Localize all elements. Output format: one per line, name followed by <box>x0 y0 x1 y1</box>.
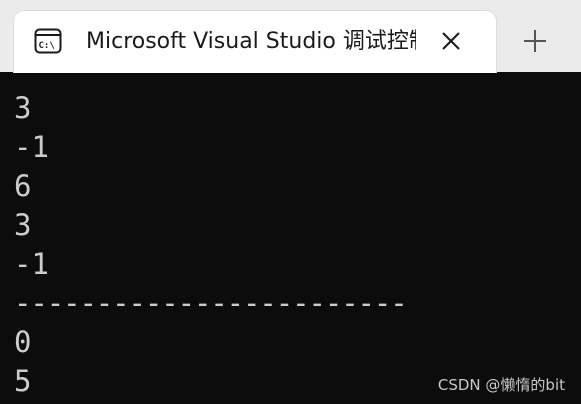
console-output[interactable]: 3 -1 6 3 -1 ------------------------ 0 5 <box>0 73 581 404</box>
console-separator-line: ------------------------ <box>14 286 408 320</box>
console-icon: C:\ <box>34 28 62 54</box>
tab-title: Microsoft Visual Studio 调试控制台 <box>86 29 416 54</box>
plus-icon <box>524 30 546 52</box>
new-tab-button[interactable] <box>520 26 550 56</box>
console-line: -1 <box>14 247 49 281</box>
console-line: 3 <box>14 91 32 125</box>
svg-text:C:\: C:\ <box>39 41 55 51</box>
console-line: 6 <box>14 169 32 203</box>
close-icon[interactable] <box>438 28 464 54</box>
console-line: 3 <box>14 208 32 242</box>
tab-debug-console[interactable]: C:\ Microsoft Visual Studio 调试控制台 <box>14 11 496 73</box>
console-line: -1 <box>14 130 49 164</box>
watermark: CSDN @懒惰的bit <box>437 376 565 394</box>
tab-bar: C:\ Microsoft Visual Studio 调试控制台 <box>0 0 581 73</box>
console-line: 5 <box>14 364 32 398</box>
terminal-window: C:\ Microsoft Visual Studio 调试控制台 3 -1 6… <box>0 0 581 404</box>
console-line: 0 <box>14 325 32 359</box>
